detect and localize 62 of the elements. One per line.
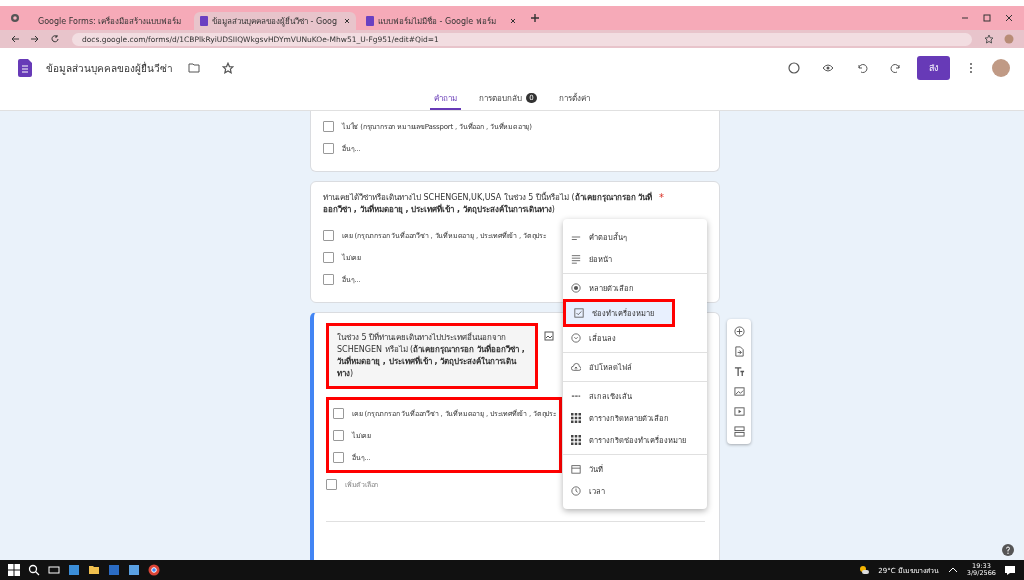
required-asterisk: * <box>659 192 664 203</box>
notification-icon[interactable] <box>1004 564 1016 576</box>
browser-tab[interactable]: Google Forms: เครื่องมือสร้างแบบฟอร์ม <box>28 12 190 30</box>
search-icon[interactable] <box>28 564 40 576</box>
browser-tab[interactable]: ข้อมูลส่วนบุคคลของผู้ยื่นวีซ่า - Goog <box>194 12 356 30</box>
image-icon[interactable] <box>733 386 745 397</box>
redo-icon[interactable] <box>890 62 902 74</box>
forward-icon[interactable] <box>30 34 40 44</box>
import-icon[interactable] <box>733 346 745 357</box>
forms-logo-icon <box>18 59 32 77</box>
radio-icon <box>571 283 581 293</box>
undo-icon[interactable] <box>856 62 868 74</box>
app-icon[interactable] <box>128 564 140 576</box>
grid-icon <box>571 413 581 423</box>
form-tab[interactable]: การตั้งค่า <box>554 88 594 110</box>
form-title[interactable]: ข้อมูลส่วนบุคคลของผู้ยื่นวีซ่า <box>46 60 173 76</box>
clock-icon <box>571 486 581 496</box>
close-icon[interactable] <box>1004 13 1014 23</box>
app-icon[interactable] <box>68 564 80 576</box>
avatar-icon[interactable] <box>992 59 1010 77</box>
question-title[interactable]: ในช่วง 5 ปีที่ท่านเคยเดินทางไปประเทศอื่นนอกจาก SCHENGEN หรือไม่ (ถ้าเคยกรุณากรอก วันที่ออกวีซ่า , วันที่หมดอายุ , ประเทศที่เข้า , วัตถุประสงค์ในการเดินทาง) <box>326 323 538 389</box>
folder-icon[interactable] <box>88 564 100 576</box>
close-icon[interactable] <box>510 18 516 24</box>
add-circle-icon[interactable] <box>733 326 745 337</box>
eye-icon[interactable] <box>822 62 834 74</box>
section-icon[interactable] <box>733 426 745 437</box>
back-icon[interactable] <box>10 34 20 44</box>
grid-icon <box>571 435 581 445</box>
help-icon[interactable] <box>1002 544 1014 556</box>
restore-icon[interactable] <box>982 13 992 23</box>
send-button[interactable]: ส่ง <box>917 56 950 80</box>
checkbox[interactable] <box>323 142 334 154</box>
star-icon[interactable] <box>222 62 234 74</box>
checkbox[interactable] <box>333 429 344 441</box>
checkbox-icon <box>574 308 584 318</box>
forms-icon <box>366 16 374 26</box>
checkbox[interactable] <box>333 407 344 419</box>
new-tab-icon[interactable] <box>530 13 540 23</box>
checkbox[interactable] <box>323 251 334 263</box>
checkbox[interactable] <box>323 229 334 241</box>
cloud-upload-icon <box>571 362 581 372</box>
forms-icon <box>200 16 208 26</box>
checkbox[interactable] <box>333 451 344 463</box>
star-icon[interactable] <box>984 34 994 44</box>
task-view-icon[interactable] <box>48 564 60 576</box>
close-icon[interactable] <box>344 18 350 24</box>
dropdown-icon <box>571 333 581 343</box>
reload-icon[interactable] <box>50 34 60 44</box>
checkbox[interactable] <box>323 120 334 132</box>
paragraph-icon <box>571 254 581 264</box>
weather-icon <box>858 564 871 576</box>
calendar-icon <box>571 464 581 474</box>
browser-tab[interactable]: แบบฟอร์มไม่มีชื่อ - Google ฟอร์ม <box>360 12 522 30</box>
checkbox[interactable] <box>323 273 334 285</box>
chrome-menu-icon[interactable] <box>10 13 20 23</box>
windows-start-icon[interactable] <box>8 564 20 576</box>
image-icon[interactable] <box>544 331 554 341</box>
app-icon[interactable] <box>108 564 120 576</box>
video-icon[interactable] <box>733 406 745 417</box>
question-title[interactable]: ท่านเคยได้วีซ่าหรือเดินทางไป SCHENGEN,UK,USA ในช่วง 5 ปีนี้หรือไม่ (ถ้าเคยกรุณากรอก วันที่ออกวีซ่า , วันที่หมดอายุ , ประเทศที่เข้า , วัตถุประสงค์ในการเดินทาง) <box>323 192 653 216</box>
chrome-icon[interactable] <box>148 564 160 576</box>
title-text-icon[interactable] <box>733 366 745 377</box>
